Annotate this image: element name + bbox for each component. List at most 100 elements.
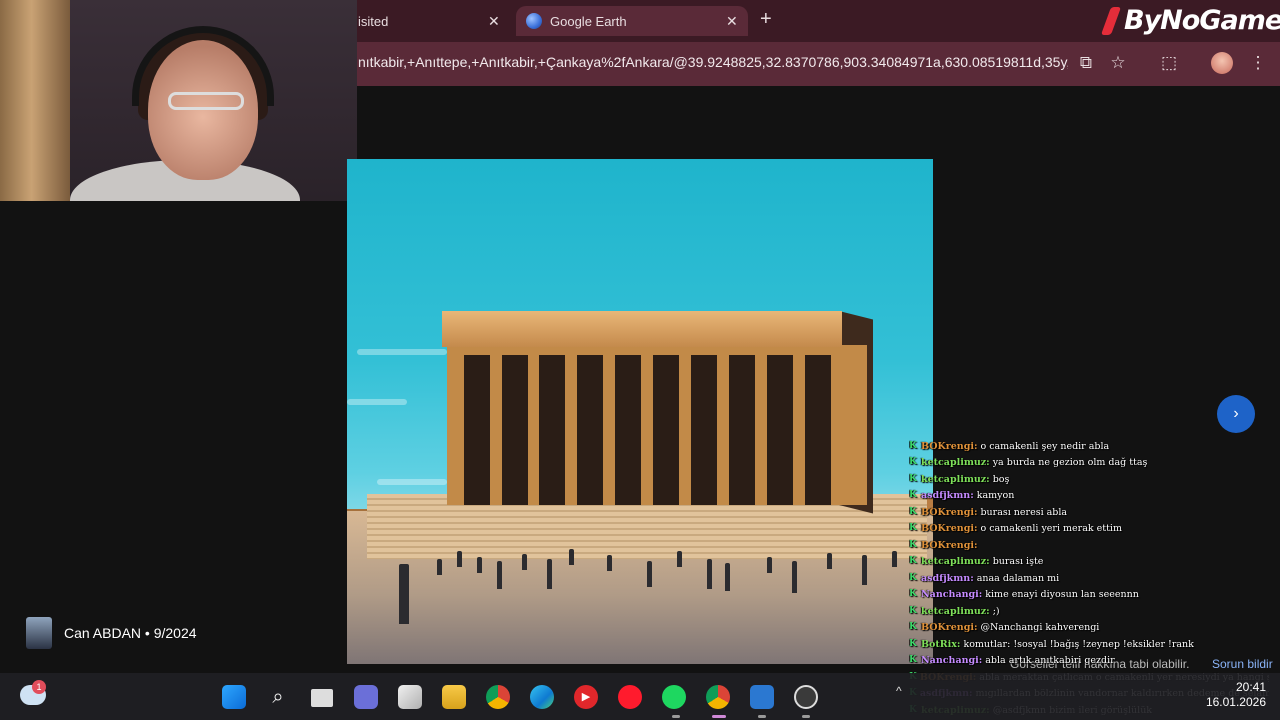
running-indicator [758,715,766,718]
kick-badge-icon: K [909,440,917,451]
task-view-icon[interactable] [311,689,333,707]
new-tab-button[interactable]: + [760,8,772,31]
tab-label: isited [358,13,389,29]
chat-username[interactable]: Nanchangi: [921,655,982,666]
kick-badge-icon: K [909,539,917,550]
chat-message: K Nanchangi: abla artık anıtkabiri gezdir [909,653,1269,670]
tab-google-earth[interactable]: Google Earth ✕ [516,6,748,36]
teams-icon[interactable] [354,685,378,709]
chat-username[interactable]: BOKrengi: [921,441,977,452]
kick-badge-icon: K [909,589,917,600]
taskbar: ⌕ ▶ [0,673,1280,720]
address-bar[interactable]: nıtkabir,+Anıttepe,+Anıtkabir,+Çankaya%2… [358,54,1068,70]
kick-badge-icon: K [909,506,917,517]
chat-username[interactable]: asdfjkmn: [921,490,974,501]
kick-badge-icon: K [909,473,917,484]
kick-badge-icon: K [909,605,917,616]
extensions-icon[interactable]: ⬚ [1158,53,1180,73]
chat-message: K BOKrengi: o camakenli şey nedir abla [909,438,1269,455]
streamer [70,26,300,201]
chevron-up-icon[interactable]: ^ [896,684,902,698]
expand-button[interactable]: › [1217,395,1255,433]
chat-username[interactable]: Nanchangi: [921,589,982,600]
search-icon[interactable]: ⌕ [266,685,290,709]
kick-badge-icon: K [909,572,917,583]
profile-avatar[interactable] [1211,52,1233,74]
chat-text: ;) [992,605,1000,617]
chat-text: o camakenli yeri merak ettim [980,523,1122,535]
chat-message: K BotRix: komutlar: !sosyal !bağış !zeynep… [909,636,1269,653]
chrome-profile-icon[interactable] [706,685,730,709]
chat-username[interactable]: BOKrengi: [921,523,977,534]
tab-history[interactable]: isited ✕ [358,6,508,36]
install-app-icon[interactable]: ⧉ [1075,53,1097,73]
microsoft-store-icon[interactable] [398,685,422,709]
system-clock[interactable]: 20:41 16.01.2026 [1196,680,1266,710]
spotify-icon[interactable] [662,685,686,709]
youtube-music-icon[interactable]: ▶ [574,685,598,709]
edge-icon[interactable] [530,685,554,709]
curtain [0,0,70,201]
logo-text: ByNoGame [1124,4,1280,36]
opera-icon[interactable] [618,685,642,709]
chat-username[interactable]: ketcaplimuz: [921,606,990,617]
photo-credit: Can ABDAN • 9/2024 [26,617,197,649]
chat-username[interactable]: BOKrengi: [921,507,977,518]
webcam-overlay [0,0,357,201]
close-icon[interactable]: ✕ [726,13,738,30]
chat-message: K BOKrengi: @Nanchangi kahverengi [909,620,1269,637]
bookmark-star-icon[interactable]: ☆ [1107,53,1129,73]
kick-badge-icon: K [909,556,917,567]
anitkabir-photo [347,159,933,664]
chat-username[interactable]: ketcaplimuz: [921,556,990,567]
screen: isited ✕ Google Earth ✕ + ByNoGame nıtka… [0,0,1280,720]
active-indicator [712,715,726,718]
chat-username[interactable]: BOKrengi: [921,540,977,551]
chat-username[interactable]: asdfjkmn: [921,573,974,584]
chat-message: Kasdfjkmn: kamyon [909,488,1269,505]
chat-username[interactable]: BOKrengi: [921,622,977,633]
running-indicator [802,715,810,718]
file-explorer-icon[interactable] [442,685,466,709]
chat-text: @Nanchangi kahverengi [980,622,1100,634]
close-icon[interactable]: ✕ [488,13,500,30]
chat-message: Kketcaplimuz: burası işte [909,554,1269,571]
chat-text: burası işte [992,556,1044,568]
bynogame-logo: ByNoGame [1100,2,1280,38]
vpn-app-icon[interactable] [750,685,774,709]
chat-username[interactable]: ketcaplimuz: [921,474,990,485]
chat-text: boş [992,473,1010,485]
clock-time: 20:41 [1235,680,1266,694]
chat-message: K BOKrengi: burası neresi abla [909,504,1269,521]
kick-badge-icon: K [909,622,917,633]
chat-text: kamyon [976,490,1015,502]
chrome-icon[interactable] [486,685,510,709]
kick-badge-icon: K [909,523,917,534]
obs-icon[interactable] [794,685,818,709]
chat-message: Kasdfjkmn: anaa dalaman mi [909,570,1269,587]
chat-message: Kketcaplimuz: ya burda ne gezion olm dağ … [909,455,1269,472]
chat-text: kime enayi diyosun lan seeennn [985,589,1139,601]
chat-message: Kketcaplimuz: boş [909,471,1269,488]
chat-text: abla artık anıtkabiri gezdir [985,655,1115,667]
chat-message: Kketcaplimuz:;) [909,603,1269,620]
chat-message: K BOKrengi: [909,537,1269,554]
running-indicator [672,715,680,718]
chat-text: anaa dalaman mi [976,572,1060,584]
chat-message: K Nanchangi: kime enayi diyosun lan seeenn… [909,587,1269,604]
kick-badge-icon: K [909,638,917,649]
start-button-icon[interactable] [222,685,246,709]
kick-badge-icon: K [909,490,917,501]
chat-text: komutlar: !sosyal !bağış !zeynep !eksikl… [963,638,1194,650]
chat-username[interactable]: BotRix: [921,639,960,650]
chat-username[interactable]: ketcaplimuz: [921,457,990,468]
clock-date: 16.01.2026 [1205,695,1266,709]
more-menu-icon[interactable]: ⋮ [1247,53,1269,73]
kick-badge-icon: K [909,457,917,468]
chat-message: K BOKrengi: o camakenli yeri merak ettim [909,521,1269,538]
google-earth-icon [526,13,542,29]
logo-mark-icon [1100,5,1124,35]
chat-text: ya burda ne gezion olm dağ ttaş [992,457,1148,469]
kick-badge-icon: K [909,655,917,666]
author-avatar [26,617,52,649]
